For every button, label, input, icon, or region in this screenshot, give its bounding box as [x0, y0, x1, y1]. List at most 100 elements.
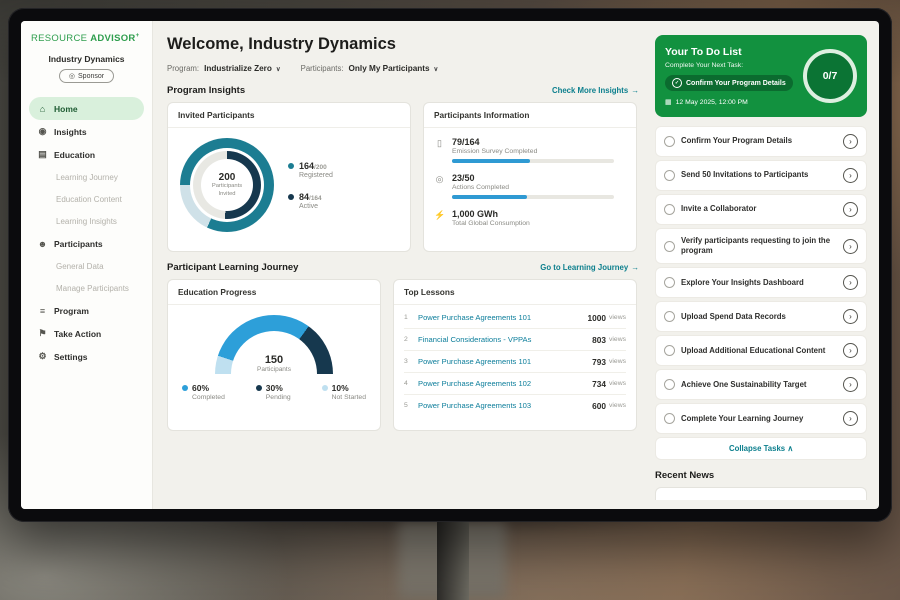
- lesson-link[interactable]: Power Purchase Agreements 102: [418, 379, 592, 388]
- chevron-right-icon[interactable]: ›: [843, 275, 858, 290]
- chevron-right-icon[interactable]: ›: [843, 168, 858, 183]
- chevron-down-icon: ∨: [276, 65, 281, 73]
- task-checkbox[interactable]: [664, 345, 675, 356]
- task-label: Verify participants requesting to join t…: [681, 236, 837, 256]
- program-select-value: Industrialize Zero: [204, 64, 272, 73]
- chevron-right-icon[interactable]: ›: [843, 239, 858, 254]
- chevron-down-icon: ∨: [434, 65, 439, 73]
- chevron-right-icon[interactable]: ›: [843, 309, 858, 324]
- legend-dot: [256, 385, 262, 391]
- donut-center: 200 Participants Invited: [201, 159, 253, 211]
- task-checkbox[interactable]: [664, 277, 675, 288]
- lesson-rank: 1: [404, 314, 418, 321]
- next-task-pill[interactable]: ✓ Confirm Your Program Details: [665, 75, 793, 91]
- sidebar-item-program[interactable]: ≡ Program: [29, 299, 144, 322]
- task-checkbox[interactable]: [664, 241, 675, 252]
- task-checkbox[interactable]: [664, 136, 675, 147]
- stat-emission-survey: ▯ 79/164 Emission Survey Completed: [434, 137, 626, 163]
- chevron-right-icon[interactable]: ›: [843, 377, 858, 392]
- legend-item-registered: 164/200 Registered: [288, 161, 333, 179]
- lesson-link[interactable]: Financial Considerations - VPPAs: [418, 335, 592, 344]
- task-item-explore-insights[interactable]: Explore Your Insights Dashboard ›: [655, 267, 867, 298]
- check-more-insights-link[interactable]: Check More Insights →: [552, 86, 639, 95]
- progress-track: [452, 195, 614, 199]
- legend-label: Completed: [192, 394, 225, 401]
- lesson-views-value: 734: [592, 379, 606, 389]
- task-item-upload-educational-content[interactable]: Upload Additional Educational Content ›: [655, 335, 867, 366]
- task-checkbox[interactable]: [664, 204, 675, 215]
- task-checkbox[interactable]: [664, 311, 675, 322]
- legend-dot: [322, 385, 328, 391]
- top-lessons-card: Top Lessons 1 Power Purchase Agreements …: [393, 279, 637, 431]
- program-select[interactable]: Industrialize Zero ∨: [204, 64, 281, 73]
- task-checkbox[interactable]: [664, 170, 675, 181]
- gauge-center-label: Participants: [215, 366, 333, 373]
- legend-label: Registered: [299, 172, 333, 179]
- sidebar-item-participants[interactable]: ☻ Participants: [29, 232, 144, 255]
- sidebar-item-education-content[interactable]: Education Content: [29, 188, 144, 210]
- legend-value: 164: [299, 161, 314, 171]
- todo-title: Your To Do List: [665, 46, 797, 58]
- sidebar-item-learning-insights[interactable]: Learning Insights: [29, 210, 144, 232]
- program-filter-label: Program:: [167, 64, 199, 73]
- lesson-link[interactable]: Power Purchase Agreements 101: [418, 313, 588, 322]
- donut-center-value: 200: [219, 172, 236, 183]
- lesson-link[interactable]: Power Purchase Agreements 103: [418, 401, 592, 410]
- sidebar-item-insights[interactable]: ◉ Insights: [29, 120, 144, 143]
- donut-legend: 164/200 Registered 84/164 Active: [288, 161, 333, 210]
- task-item-complete-learning-journey[interactable]: Complete Your Learning Journey ›: [655, 403, 867, 434]
- nav-label: Take Action: [54, 329, 101, 339]
- stat-value: 79/164: [452, 137, 614, 147]
- link-label: Check More Insights: [552, 86, 628, 95]
- sidebar-item-learning-journey[interactable]: Learning Journey: [29, 166, 144, 188]
- task-item-confirm-program[interactable]: Confirm Your Program Details ›: [655, 126, 867, 157]
- sidebar-item-take-action[interactable]: ⚑ Take Action: [29, 322, 144, 345]
- task-item-upload-spend-data[interactable]: Upload Spend Data Records ›: [655, 301, 867, 332]
- task-list: Confirm Your Program Details › Send 50 I…: [655, 126, 867, 460]
- learning-journey-title: Participant Learning Journey: [167, 262, 298, 273]
- go-to-learning-journey-link[interactable]: Go to Learning Journey →: [540, 263, 639, 272]
- home-icon: ⌂: [37, 104, 48, 114]
- lesson-views-label: views: [609, 358, 626, 365]
- task-item-achieve-target[interactable]: Achieve One Sustainability Target ›: [655, 369, 867, 400]
- lesson-views-value: 600: [592, 401, 606, 411]
- lesson-views-value: 803: [592, 335, 606, 345]
- legend-value: 10%: [332, 383, 349, 393]
- sidebar-item-home[interactable]: ⌂ Home: [29, 97, 144, 120]
- lesson-views-label: views: [609, 380, 626, 387]
- collapse-chevron-up-icon: ∧: [787, 444, 793, 453]
- legend-label: Active: [299, 203, 322, 210]
- todo-subtitle: Complete Your Next Task:: [665, 62, 797, 69]
- participants-filter-label: Participants:: [301, 64, 344, 73]
- sidebar-item-settings[interactable]: ⚙ Settings: [29, 345, 144, 368]
- participants-select[interactable]: Only My Participants ∨: [349, 64, 439, 73]
- card-title: Invited Participants: [168, 103, 410, 128]
- lesson-row: 4 Power Purchase Agreements 102 734 view…: [404, 373, 626, 395]
- chevron-right-icon[interactable]: ›: [843, 134, 858, 149]
- task-item-verify-participants[interactable]: Verify participants requesting to join t…: [655, 228, 867, 264]
- task-checkbox[interactable]: [664, 379, 675, 390]
- logo-advisor-text: ADVISOR: [90, 33, 135, 44]
- chevron-right-icon[interactable]: ›: [843, 202, 858, 217]
- sidebar-item-manage-participants[interactable]: Manage Participants: [29, 277, 144, 299]
- chevron-right-icon[interactable]: ›: [843, 411, 858, 426]
- task-item-send-invitations[interactable]: Send 50 Invitations to Participants ›: [655, 160, 867, 191]
- lesson-views-label: views: [609, 402, 626, 409]
- task-checkbox[interactable]: [664, 413, 675, 424]
- legend-item-not-started: 10% Not Started: [322, 383, 366, 401]
- lesson-link[interactable]: Power Purchase Agreements 101: [418, 357, 592, 366]
- task-item-invite-collaborator[interactable]: Invite a Collaborator ›: [655, 194, 867, 225]
- chevron-right-icon[interactable]: ›: [843, 343, 858, 358]
- program-insights-title: Program Insights: [167, 85, 245, 96]
- collapse-tasks-button[interactable]: Collapse Tasks ∧: [655, 437, 867, 460]
- link-label: Go to Learning Journey: [540, 263, 628, 272]
- invited-donut-chart: 200 Participants Invited: [180, 138, 274, 232]
- nav-label: Settings: [54, 352, 88, 362]
- lesson-row: 3 Power Purchase Agreements 101 793 view…: [404, 351, 626, 373]
- nav-label: Insights: [54, 127, 87, 137]
- stat-label: Total Global Consumption: [452, 220, 530, 227]
- sidebar-item-general-data[interactable]: General Data: [29, 255, 144, 277]
- sidebar-item-education[interactable]: ▤ Education: [29, 143, 144, 166]
- app-logo: RESOURCE ADVISOR+: [29, 33, 144, 44]
- education-progress-card: Education Progress 150 Participants: [167, 279, 381, 431]
